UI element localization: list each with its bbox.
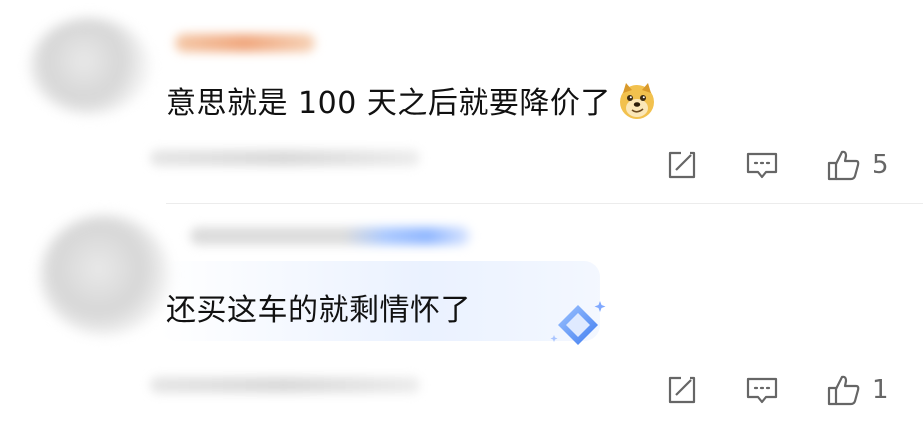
divider bbox=[166, 203, 923, 204]
reply-button[interactable] bbox=[744, 370, 780, 410]
doge-emoji bbox=[619, 83, 654, 119]
share-icon bbox=[668, 151, 696, 179]
comment-icon bbox=[746, 152, 778, 179]
reply-button[interactable] bbox=[744, 145, 780, 185]
like-count: 1 bbox=[872, 375, 889, 405]
share-button[interactable] bbox=[664, 145, 700, 185]
avatar[interactable] bbox=[40, 215, 170, 335]
comment-item: 意思就是 100 天之后就要降价了 5 bbox=[0, 0, 923, 205]
comment-icon bbox=[746, 377, 778, 404]
comment-item: 还买这车的就剩情怀了 1 bbox=[0, 205, 923, 429]
timestamp-blurred bbox=[150, 150, 420, 166]
share-icon bbox=[668, 376, 696, 404]
share-button[interactable] bbox=[664, 370, 700, 410]
action-bar: 5 bbox=[664, 145, 889, 185]
comment-text: 还买这车的就剩情怀了 bbox=[166, 285, 471, 329]
thumbs-up-icon bbox=[827, 375, 860, 406]
comment-text-content: 还买这车的就剩情怀了 bbox=[166, 293, 471, 328]
username-blurred[interactable] bbox=[175, 34, 315, 52]
like-button[interactable]: 5 bbox=[826, 145, 889, 185]
diamond-badge-icon bbox=[550, 301, 606, 345]
like-count: 5 bbox=[872, 150, 889, 180]
comment-text-content: 意思就是 100 天之后就要降价了 bbox=[166, 86, 611, 121]
username-blurred[interactable] bbox=[190, 227, 470, 245]
avatar[interactable] bbox=[30, 18, 150, 114]
action-bar: 1 bbox=[664, 370, 889, 410]
like-button[interactable]: 1 bbox=[826, 370, 889, 410]
timestamp-blurred bbox=[150, 377, 420, 393]
comment-text: 意思就是 100 天之后就要降价了 bbox=[166, 78, 657, 122]
thumbs-up-icon bbox=[827, 150, 860, 181]
